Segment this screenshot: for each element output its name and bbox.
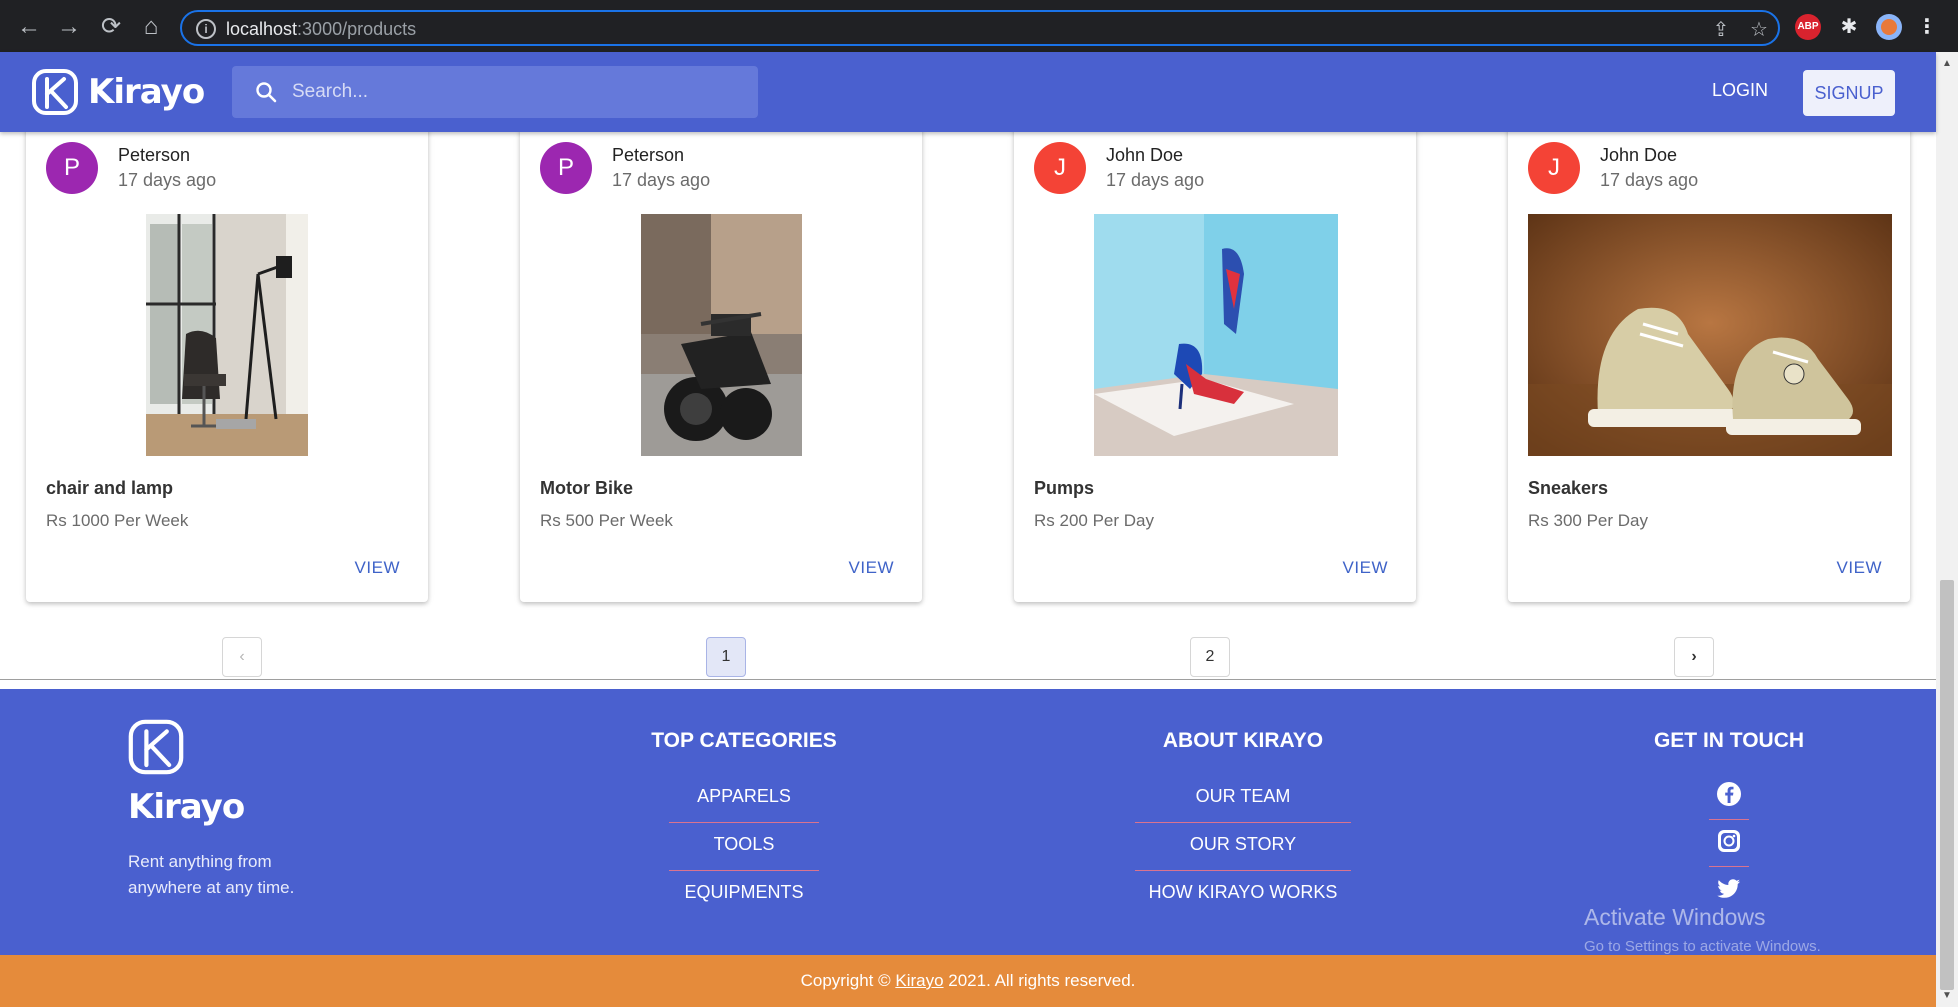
product-card: P Peterson 17 days ago chair and lamp Rs… xyxy=(26,118,428,602)
product-price: Rs 200 Per Day xyxy=(1034,511,1154,530)
site-info-icon[interactable]: i xyxy=(196,19,216,39)
pagination-page-button[interactable]: 2 xyxy=(1190,637,1230,677)
product-image[interactable] xyxy=(1094,214,1338,456)
copyright-link[interactable]: Kirayo xyxy=(895,971,943,990)
scrollbar-thumb[interactable] xyxy=(1940,580,1954,990)
reload-icon[interactable]: ⟳ xyxy=(94,10,128,44)
extensions-puzzle-icon[interactable]: ✱ xyxy=(1836,14,1862,40)
kirayo-logo-icon xyxy=(32,69,78,115)
url-text[interactable]: localhost:3000/products xyxy=(226,19,416,40)
posted-time: 17 days ago xyxy=(1106,170,1205,190)
search-input[interactable] xyxy=(292,74,742,110)
product-price: Rs 500 Per Week xyxy=(540,511,673,530)
product-card: J John Doe 17 days ago Pumps Rs 200 Per … xyxy=(1014,118,1416,602)
scroll-up-icon[interactable]: ▲ xyxy=(1942,58,1952,69)
product-name: chair and lamp xyxy=(46,478,174,498)
back-icon[interactable]: ← xyxy=(12,10,46,44)
owner-name: Peterson xyxy=(612,145,685,165)
copyright-text: Copyright © Kirayo 2021. All rights rese… xyxy=(800,971,1136,990)
browser-menu-icon[interactable]: ⋮ xyxy=(1914,14,1940,40)
footer-column-about: ABOUT KIRAYO OUR TEAM OUR STORY HOW KIRA… xyxy=(1120,729,1366,929)
footer-column-title: TOP CATEGORIES xyxy=(651,729,837,752)
scroll-down-icon[interactable]: ▼ xyxy=(1942,990,1952,1001)
copyright-bar: Copyright © Kirayo 2021. All rights rese… xyxy=(0,955,1936,1007)
brand-logo[interactable]: Kirayo xyxy=(30,66,205,118)
instagram-icon[interactable] xyxy=(1620,828,1838,875)
owner-name: John Doe xyxy=(1600,145,1678,165)
avatar: P xyxy=(46,142,98,194)
footer-link[interactable]: OUR STORY xyxy=(1120,833,1366,881)
signup-button[interactable]: SIGNUP xyxy=(1803,70,1895,116)
search-icon xyxy=(256,82,277,103)
brand-name: Kirayo xyxy=(88,72,205,112)
address-bar[interactable]: i localhost:3000/products ⇪ ☆ xyxy=(180,10,1780,46)
kirayo-logo-icon xyxy=(128,719,184,775)
share-icon[interactable]: ⇪ xyxy=(1708,17,1734,43)
bookmark-star-icon[interactable]: ☆ xyxy=(1746,17,1772,43)
app-header: Kirayo LOGIN SIGNUP xyxy=(0,52,1936,132)
product-name: Sneakers xyxy=(1528,478,1609,498)
owner-name: Peterson xyxy=(118,145,191,165)
windows-activation-hint: Go to Settings to activate Windows. xyxy=(1584,938,1821,955)
search-box[interactable] xyxy=(232,66,758,118)
page-scrollbar[interactable]: ▲ ▼ xyxy=(1936,52,1958,1007)
footer-link[interactable]: APPARELS xyxy=(628,785,860,833)
divider xyxy=(0,679,1936,680)
posted-time: 17 days ago xyxy=(1600,170,1699,190)
avatar: J xyxy=(1528,142,1580,194)
product-price: Rs 300 Per Day xyxy=(1528,511,1648,530)
product-name: Pumps xyxy=(1034,478,1095,498)
product-image[interactable] xyxy=(641,214,802,456)
view-button[interactable]: VIEW xyxy=(1837,558,1882,578)
view-button[interactable]: VIEW xyxy=(849,558,894,578)
footer-link[interactable]: HOW KIRAYO WORKS xyxy=(1120,881,1366,929)
pagination-next-button[interactable]: › xyxy=(1674,637,1714,677)
pagination-page-button[interactable]: 1 xyxy=(706,637,746,677)
footer-tagline: Rent anything from anywhere at any time. xyxy=(128,852,295,897)
posted-time: 17 days ago xyxy=(612,170,711,190)
facebook-icon[interactable] xyxy=(1620,781,1838,828)
adblock-extension-icon[interactable]: ABP xyxy=(1795,14,1821,40)
pagination-prev-button[interactable]: ‹ xyxy=(222,637,262,677)
product-card: J John Doe 17 days ago Sneakers Rs 300 P… xyxy=(1508,118,1910,602)
owner-name: John Doe xyxy=(1106,145,1184,165)
footer-link[interactable]: OUR TEAM xyxy=(1120,785,1366,833)
footer-column-categories: TOP CATEGORIES APPARELS TOOLS EQUIPMENTS xyxy=(628,729,860,929)
forward-icon[interactable]: → xyxy=(52,10,86,44)
product-price: Rs 1000 Per Week xyxy=(46,511,189,530)
product-image[interactable] xyxy=(146,214,308,456)
windows-activation-watermark: Activate Windows xyxy=(1584,904,1766,930)
product-card: P Peterson 17 days ago Motor Bike Rs 500… xyxy=(520,118,922,602)
view-button[interactable]: VIEW xyxy=(355,558,400,578)
footer-column-title: GET IN TOUCH xyxy=(1653,729,1805,752)
view-button[interactable]: VIEW xyxy=(1343,558,1388,578)
product-image[interactable] xyxy=(1528,214,1892,456)
posted-time: 17 days ago xyxy=(118,170,217,190)
footer-column-title: ABOUT KIRAYO xyxy=(1162,729,1324,752)
footer-column-contact: GET IN TOUCH xyxy=(1620,729,1838,922)
login-button[interactable]: LOGIN xyxy=(1712,80,1768,101)
avatar: J xyxy=(1034,142,1086,194)
profile-avatar[interactable] xyxy=(1876,14,1902,40)
footer-brand-name: Kirayo xyxy=(128,787,245,827)
footer-link[interactable]: TOOLS xyxy=(628,833,860,881)
footer-link[interactable]: EQUIPMENTS xyxy=(628,881,860,929)
avatar: P xyxy=(540,142,592,194)
browser-toolbar: ← → ⟳ ⌂ i localhost:3000/products ⇪ ☆ AB… xyxy=(0,0,1958,52)
product-name: Motor Bike xyxy=(540,478,634,498)
home-icon[interactable]: ⌂ xyxy=(134,10,168,44)
